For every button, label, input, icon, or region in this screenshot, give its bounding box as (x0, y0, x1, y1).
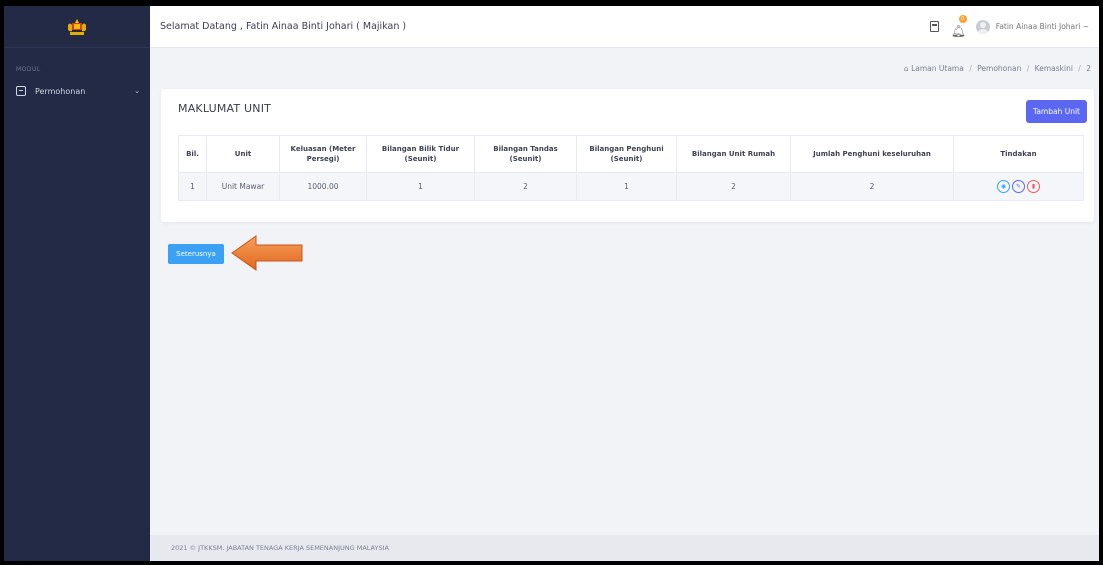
avatar[interactable] (975, 19, 990, 34)
home-icon: ⌂ (903, 64, 909, 73)
column-header-tindakan: Tindakan (953, 135, 1084, 173)
user-menu[interactable]: Fatin Ainaa Binti Johari ~ (996, 22, 1089, 31)
top-bar-actions: 🔔︎ 0 Fatin Ainaa Binti Johari ~ (929, 14, 1099, 38)
breadcrumb-level3[interactable]: Kemaskini (1035, 64, 1073, 73)
cell-actions: ◉ ✎ ▮ (953, 172, 1084, 201)
cell-bilik-tidur: 1 (366, 172, 475, 201)
column-header-bil: Bil. (178, 135, 207, 173)
logo-area (4, 6, 150, 48)
top-bar: Selamat Datang , Fatin Ainaa Binti Johar… (150, 6, 1099, 48)
clipboard-icon (16, 86, 26, 96)
table-row: 1 Unit Mawar 1000.00 1 2 1 2 2 ◉ ✎ ▮ (178, 172, 1084, 201)
sidebar-item-label: Permohonan (35, 86, 86, 96)
notification-button[interactable]: 🔔︎ 0 (951, 14, 967, 38)
cell-unit-rumah: 2 (676, 172, 791, 201)
breadcrumb-level4: 2 (1086, 64, 1091, 73)
column-header-keluasan: Keluasan (Meter Persegi) (279, 135, 367, 173)
delete-icon[interactable]: ▮ (1027, 180, 1040, 193)
cell-penghuni: 1 (576, 172, 677, 201)
sidebar-section-label: MODUL (16, 66, 41, 73)
breadcrumb-home[interactable]: Laman Utama (911, 64, 964, 73)
cell-tandas: 2 (474, 172, 577, 201)
cell-bil: 1 (178, 172, 207, 201)
unit-info-card: MAKLUMAT UNIT Tambah Unit Bil. Unit Kelu… (161, 89, 1094, 222)
cell-keluasan: 1000.00 (279, 172, 367, 201)
welcome-text: Selamat Datang , Fatin Ainaa Binti Johar… (160, 21, 407, 32)
cell-jumlah: 2 (790, 172, 954, 201)
notification-badge: 0 (958, 14, 967, 23)
table-header-row: Bil. Unit Keluasan (Meter Persegi) Bilan… (178, 135, 1084, 173)
breadcrumb-level2[interactable]: Pemohonan (977, 64, 1021, 73)
next-button[interactable]: Seterusnya (168, 244, 224, 264)
bell-icon: 🔔︎ (950, 23, 966, 38)
calculator-icon[interactable] (929, 21, 939, 32)
breadcrumb: ⌂ Laman Utama / Pemohonan / Kemaskini / … (903, 64, 1091, 73)
column-header-bilik-tidur: Bilangan Bilik Tidur (Seunit) (366, 135, 475, 173)
coat-of-arms-logo (68, 18, 86, 35)
column-header-unit-rumah: Bilangan Unit Rumah (676, 135, 791, 173)
unit-table: Bil. Unit Keluasan (Meter Persegi) Bilan… (178, 135, 1084, 201)
column-header-unit: Unit (206, 135, 280, 173)
card-title: MAKLUMAT UNIT (178, 102, 272, 115)
sidebar: MODUL Permohonan ⌄ (4, 6, 150, 561)
edit-icon[interactable]: ✎ (1012, 180, 1025, 193)
column-header-tandas: Bilangan Tandas (Seunit) (474, 135, 577, 173)
view-icon[interactable]: ◉ (997, 180, 1010, 193)
add-unit-button[interactable]: Tambah Unit (1026, 100, 1087, 123)
footer: 2021 © JTKKSM. JABATAN TENAGA KERJA SEME… (150, 535, 1099, 561)
app-window: MODUL Permohonan ⌄ Selamat Datang , Fati… (4, 6, 1099, 561)
column-header-penghuni: Bilangan Penghuni (Seunit) (576, 135, 677, 173)
sidebar-item-permohonan[interactable]: Permohonan ⌄ (4, 83, 150, 99)
chevron-down-icon: ⌄ (134, 87, 140, 95)
cell-unit: Unit Mawar (206, 172, 280, 201)
pointer-arrow-annotation (231, 235, 303, 271)
column-header-jumlah: Jumlah Penghuni keseluruhan (790, 135, 954, 173)
